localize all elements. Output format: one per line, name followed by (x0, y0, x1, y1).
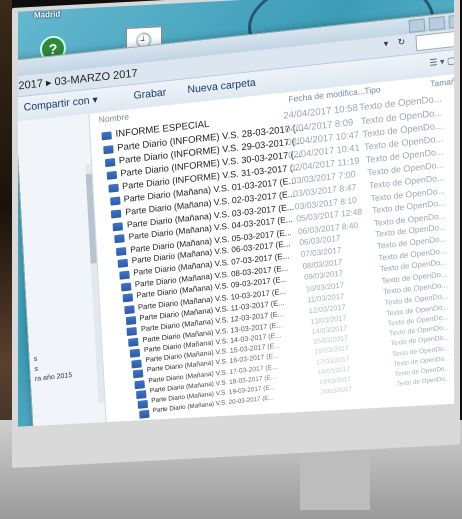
document-icon (116, 246, 127, 256)
close-button[interactable] (448, 13, 454, 29)
chevron-down-icon[interactable]: ▾ (383, 37, 396, 52)
view-options-icon[interactable]: ☰ ▾ ▢ ? (429, 54, 454, 69)
maximize-button[interactable] (428, 16, 446, 31)
document-icon (111, 209, 122, 219)
minimize-button[interactable] (408, 18, 426, 33)
column-type[interactable]: Tipo (364, 84, 381, 96)
file-list: INFORME ESPECIAL 24/04/2017 10:58 Texto de… (95, 90, 454, 421)
desktop-wallpaper: Madrid ? 🕘 2017 ▸ 03-MARZO 2017 ▾ ↻ Comp… (18, 0, 454, 427)
file-explorer-window: 2017 ▸ 03-MARZO 2017 ▾ ↻ Compartir con ▾… (18, 10, 454, 427)
column-name[interactable]: Nombre (98, 111, 129, 124)
document-icon (103, 144, 114, 154)
document-icon (112, 222, 124, 232)
document-icon (120, 282, 132, 292)
refresh-icon[interactable]: ↻ (397, 36, 412, 51)
explorer-content: s s ra año 2015 Nombre Fecha de modifica… (18, 71, 454, 427)
share-with-button[interactable]: Compartir con ▾ (23, 94, 98, 114)
nav-item[interactable]: s (34, 366, 38, 373)
document-icon (106, 171, 117, 181)
document-icon (129, 348, 141, 358)
desktop-icon-label: Madrid (34, 9, 61, 20)
search-input[interactable] (415, 29, 454, 52)
document-icon (114, 234, 125, 244)
document-icon (122, 293, 133, 303)
document-icon (128, 338, 139, 348)
document-icon (125, 316, 136, 326)
document-icon (138, 409, 150, 419)
nav-item[interactable]: s (34, 356, 38, 363)
document-icon (126, 327, 138, 337)
document-icon (117, 258, 129, 268)
new-folder-button[interactable]: Nueva carpeta (187, 77, 256, 96)
document-icon (109, 196, 121, 206)
monitor-bezel: Madrid ? 🕘 2017 ▸ 03-MARZO 2017 ▾ ↻ Comp… (12, 0, 460, 469)
photo-scene: Madrid ? 🕘 2017 ▸ 03-MARZO 2017 ▾ ↻ Comp… (0, 0, 462, 519)
document-icon (119, 270, 130, 280)
document-icon (108, 184, 119, 194)
document-icon (104, 158, 116, 168)
burn-button[interactable]: Grabar (133, 86, 166, 101)
column-size[interactable]: Tamaño (430, 76, 454, 89)
nav-item[interactable]: ra año 2015 (35, 372, 73, 383)
document-icon (101, 131, 112, 141)
document-icon (123, 304, 135, 314)
